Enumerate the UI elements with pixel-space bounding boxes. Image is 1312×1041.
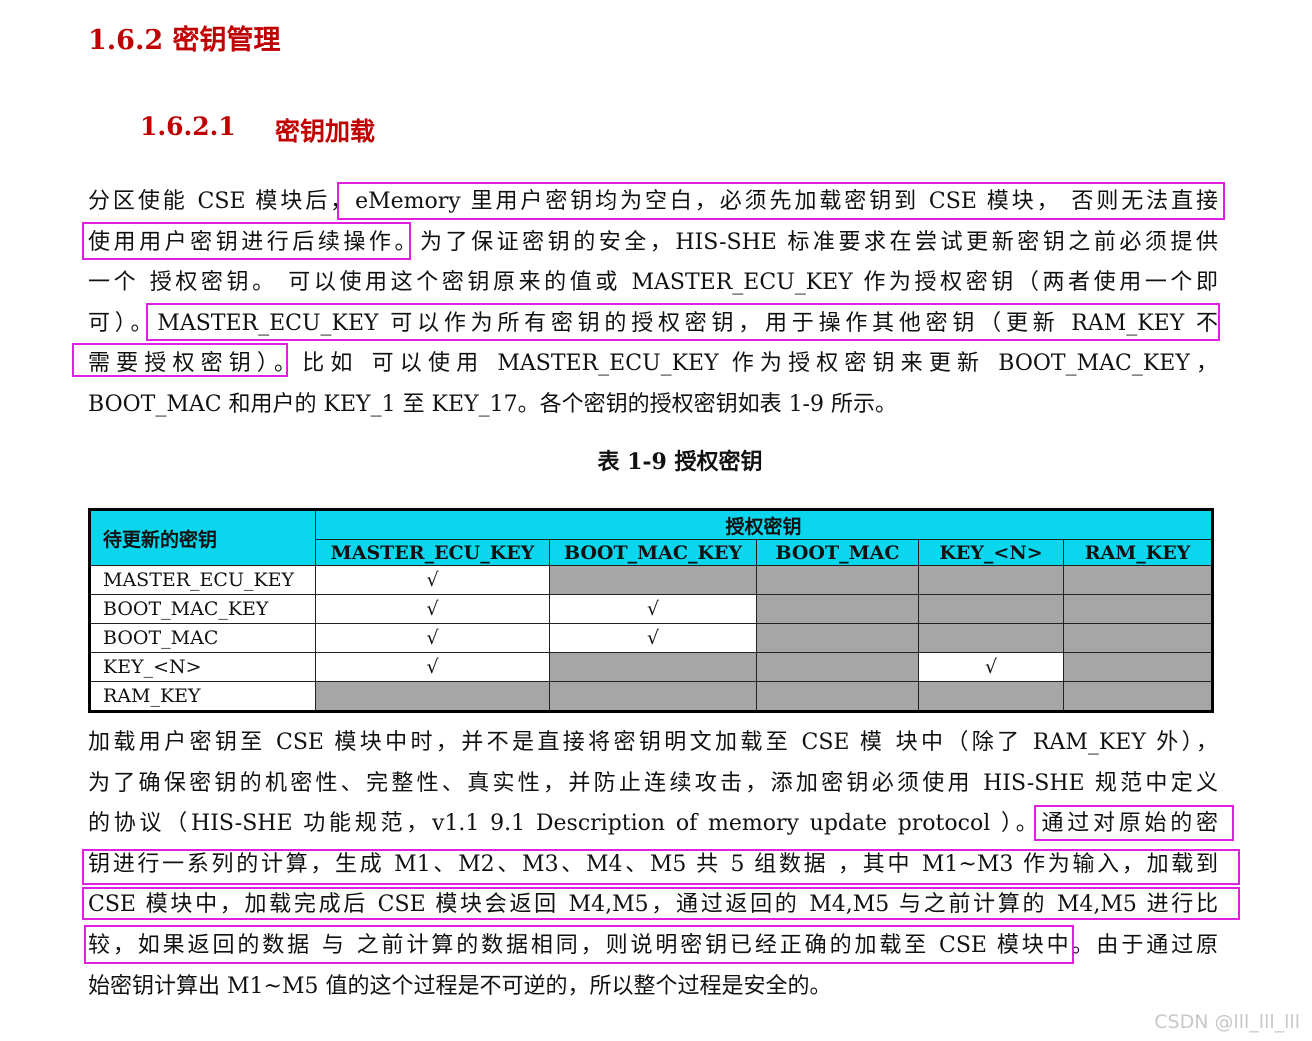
table-row: BOOT_MAC √ √ [89,623,1213,653]
column-header: KEY_<N> [918,539,1064,566]
subsection-title: 密钥加载 [275,117,376,146]
table-cell: √ [315,623,550,653]
highlight-box [337,182,1225,220]
text-line: 加载用户密钥至 CSE 模块中时，并不是直接将密钥明文加载至 CSE 模 块中（… [88,730,1218,755]
table-row: BOOT_MAC_KEY √ √ [89,594,1213,624]
table-cell: √ [315,652,550,682]
table-cell [1063,565,1213,595]
table-cell [756,565,919,595]
column-header: RAM_KEY [1063,539,1213,566]
table-cell [918,594,1064,624]
highlight-box [82,887,1240,920]
table-cell [549,565,757,595]
table-cell [1063,594,1213,624]
table-cell [756,681,919,712]
table-cell [918,623,1064,653]
table-cell [549,681,757,712]
table-cell [756,594,919,624]
auth-key-table: 待更新的密钥 授权密钥 MASTER_ECU_KEY BOOT_MAC_KEY … [88,508,1214,713]
table-cell: √ [315,594,550,624]
section-heading: 1.6.2 密钥管理 [88,25,281,56]
table-cell: √ [549,594,757,624]
table-row: MASTER_ECU_KEY √ [89,565,1213,595]
row-label: BOOT_MAC_KEY [89,594,316,624]
text-line: 一个 授权密钥。 可以使用这个密钥原来的值或 MASTER_ECU_KEY 作为… [88,270,1218,296]
table-cell [1063,681,1213,712]
highlight-box [82,849,1240,885]
table-cell [549,652,757,682]
table-cell [918,681,1064,712]
table-cell [315,681,550,712]
highlight-box [1034,805,1234,841]
table-cell [756,623,919,653]
watermark: CSDN @lll_lll_lll [1154,1011,1300,1033]
table-cell [1063,652,1213,682]
text-line: 为了确保密钥的机密性、完整性、真实性，并防止连续攻击，添加密钥必须使用 HIS-… [88,770,1218,796]
table-row: RAM_KEY [89,681,1213,712]
table-group-header: 授权密钥 [315,509,1213,540]
column-header: BOOT_MAC [756,539,919,566]
subsection-number: 1.6.2.1 [140,112,236,141]
table-row: KEY_<N> √ √ [89,652,1213,682]
table-cell [756,652,919,682]
row-label: KEY_<N> [89,652,316,682]
row-label: RAM_KEY [89,681,316,712]
table-cell [1063,623,1213,653]
column-header: BOOT_MAC_KEY [549,539,757,566]
highlight-box [146,303,1220,341]
column-header: MASTER_ECU_KEY [315,539,550,566]
table-cell: √ [549,623,757,653]
highlight-box [72,343,288,377]
table-cell: √ [918,652,1064,682]
highlight-box [84,925,1074,964]
table-cell: √ [315,565,550,595]
text-line: 始密钥计算出 M1~M5 值的这个过程是不可逆的，所以整个过程是安全的。 [88,973,832,999]
text-line: BOOT_MAC 和用户的 KEY_1 至 KEY_17。各个密钥的授权密钥如表… [88,391,897,417]
highlight-box [82,222,411,260]
table-caption: 表 1-9 授权密钥 [597,449,763,475]
table-corner-header: 待更新的密钥 [89,509,316,566]
row-label: MASTER_ECU_KEY [89,565,316,595]
table-cell [918,565,1064,595]
row-label: BOOT_MAC [89,623,316,653]
